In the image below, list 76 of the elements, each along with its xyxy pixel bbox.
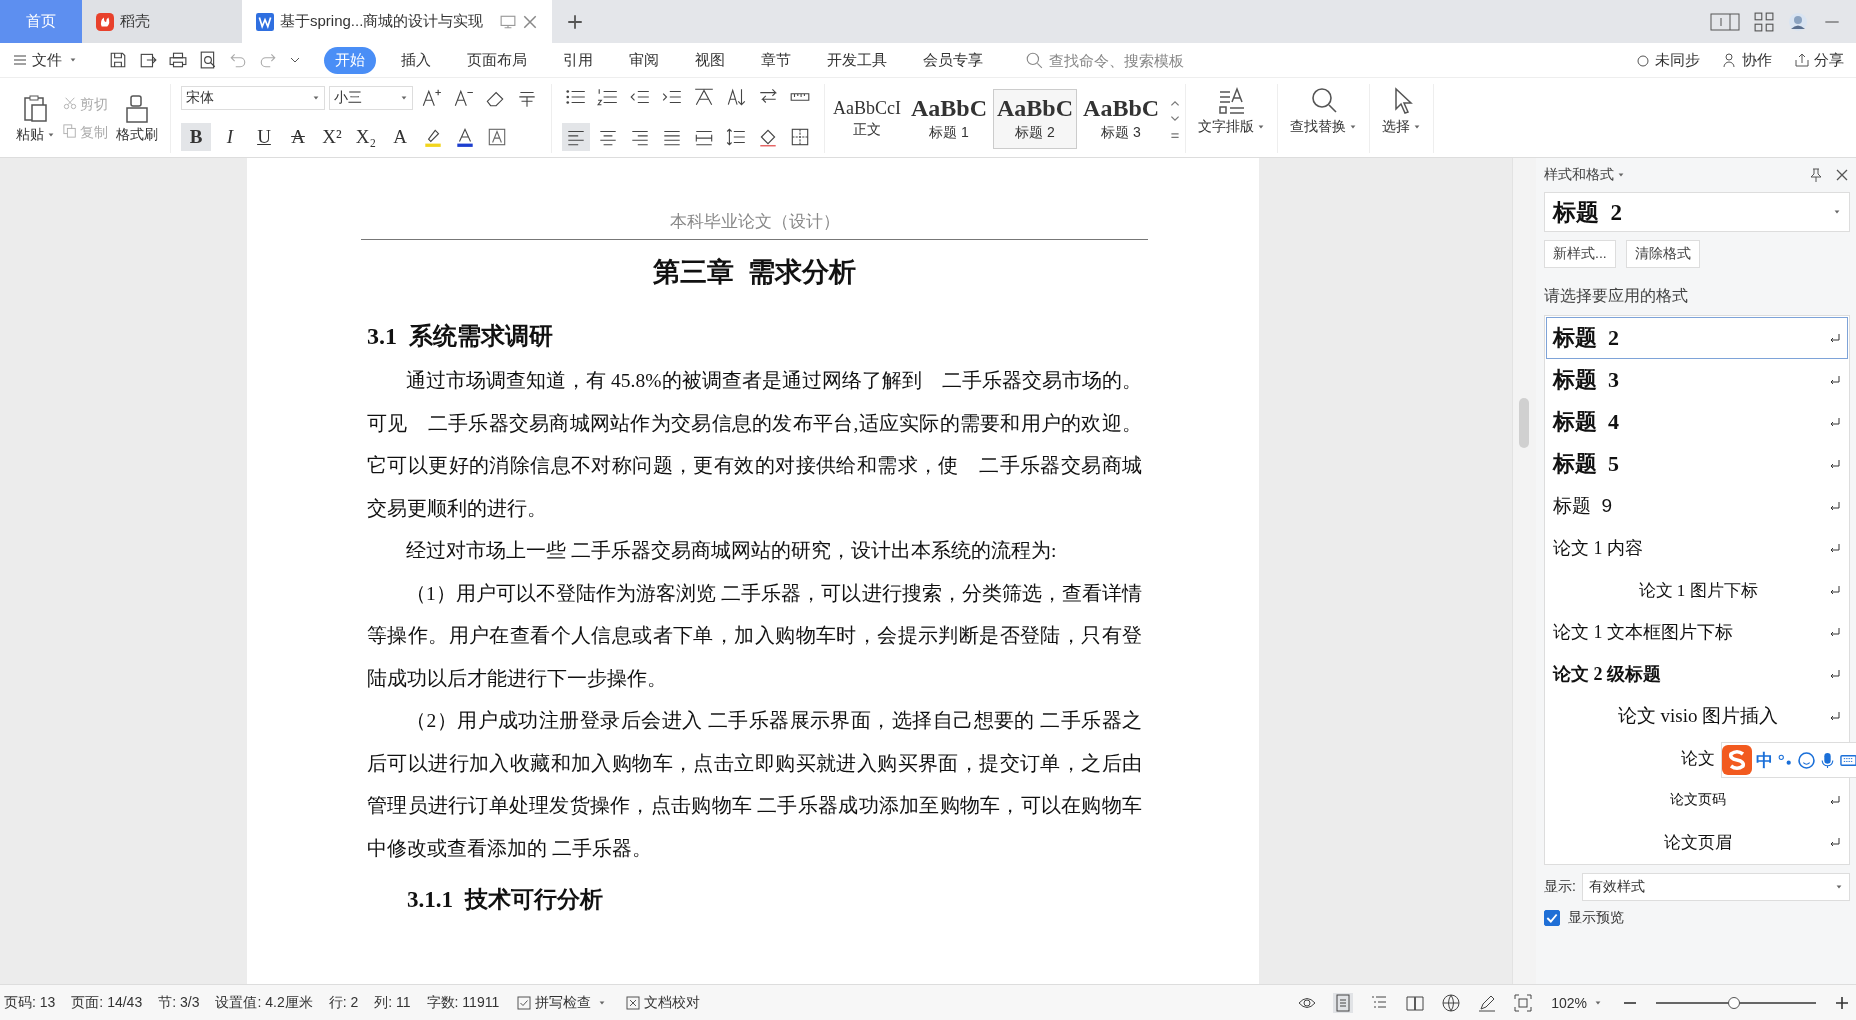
input-mode-label: 中 bbox=[1756, 749, 1773, 772]
style-item[interactable]: 论文 1 图片下标 bbox=[1546, 569, 1848, 611]
show-label: 显示: bbox=[1544, 878, 1576, 896]
ribbon-tab[interactable]: 引用 bbox=[552, 46, 604, 74]
body-paragraph: 通过市场调查知道，有 45.8%的被调查者是通过网络了解到 二手乐器交易市场的。可见 二手乐器交易商城网站作为交易信息的发布平台,适应实际的需要和用户的欢迎。它可以更好的消除信息不对称问题，更有效的对接供给和需求，使 二手乐器交易商城交易更顺利的进行。 bbox=[367, 369, 1142, 521]
toolbar-action[interactable]: 协作 bbox=[1718, 48, 1776, 72]
current-style-field[interactable]: 标题 2 bbox=[1544, 192, 1850, 232]
ribbon-button[interactable]: 选择 bbox=[1370, 84, 1435, 153]
style-preset[interactable]: AaBbC 标题 1 bbox=[907, 88, 991, 149]
style-item[interactable]: 标题 4 bbox=[1546, 401, 1848, 443]
tab-label: 基于spring...商城的设计与实现 bbox=[280, 12, 485, 31]
style-item[interactable]: 标题 2 bbox=[1546, 317, 1848, 359]
status-item: 页面: 14/43 bbox=[71, 993, 143, 1012]
ribbon-tab[interactable]: 开发工具 bbox=[816, 46, 898, 74]
ribbon-tab[interactable]: 视图 bbox=[684, 46, 736, 74]
document-tab[interactable]: 基于spring...商城的设计与实现 bbox=[242, 0, 552, 43]
panel-button[interactable]: 新样式... bbox=[1544, 240, 1616, 268]
spell-check-button[interactable]: 拼写检查 bbox=[515, 993, 609, 1012]
format-toggle[interactable]: B bbox=[181, 123, 211, 151]
tab-label: 首页 bbox=[26, 12, 56, 31]
body-paragraph: （2）用户成功注册登录后会进入 二手乐器展示界面，选择自己想要的 二手乐器之后可以进行加入收藏和加入购物车，点击立即购买就进入购买界面，提交订单，之后由管理员进行订单处理发货操作，点击购物车 二手乐器成功添加至购物车，可以在购物车中修改或查看添加的 二手乐器。 bbox=[367, 709, 1142, 861]
input-method-bar[interactable]: 中 bbox=[1721, 742, 1856, 778]
status-item: 节: 3/3 bbox=[158, 993, 200, 1012]
paste-button[interactable]: 粘贴 bbox=[12, 91, 59, 146]
proofread-button[interactable]: 文档校对 bbox=[624, 993, 703, 1012]
toolbar-action[interactable]: 未同步 bbox=[1631, 48, 1704, 72]
status-item: 字数: 11911 bbox=[426, 993, 500, 1012]
command-search-field[interactable]: 查找命令、搜索模板 bbox=[1021, 50, 1241, 70]
style-item[interactable]: 论文 1 文本框图片下标 bbox=[1546, 611, 1848, 653]
format-toggle[interactable]: X² bbox=[317, 123, 347, 151]
status-item: 列: 11 bbox=[374, 993, 411, 1012]
panel-button[interactable]: 清除格式 bbox=[1625, 240, 1700, 268]
page-header: 本科毕业论文（设计） bbox=[361, 210, 1148, 240]
status-item: 设置值: 4.2厘米 bbox=[215, 993, 313, 1012]
show-filter-field[interactable]: 有效样式 bbox=[1581, 873, 1850, 901]
status-item: 页码: 13 bbox=[4, 993, 56, 1012]
format-toggle[interactable]: I bbox=[215, 123, 245, 151]
style-item[interactable]: 论文 2 级标题 bbox=[1546, 653, 1848, 695]
format-painter-button[interactable]: 格式刷 bbox=[112, 91, 162, 146]
subsection-heading: 3.1.1 技术可行分析 bbox=[407, 886, 604, 914]
panel-title[interactable]: 样式和格式 bbox=[1544, 166, 1625, 184]
section-heading: 3.1 系统需求调研 bbox=[367, 322, 554, 351]
ribbon-tab[interactable]: 插入 bbox=[390, 46, 442, 74]
style-item[interactable]: 标题 9 bbox=[1546, 485, 1848, 527]
body-paragraph: （1）用户可以不登陆作为游客浏览 二手乐器，可以进行搜索，分类筛选，查看详情等操作。用户在查看个人信息或者下单，加入购物车时，会提示判断是否登陆，只有登陆成功以后才能进行下一步操作。 bbox=[367, 581, 1142, 691]
style-preset[interactable]: AaBbC 标题 2 bbox=[993, 88, 1078, 149]
status-item: 行: 2 bbox=[328, 993, 359, 1012]
toolbar-action[interactable]: 分享 bbox=[1790, 48, 1848, 72]
ribbon-tab[interactable]: 页面布局 bbox=[456, 46, 538, 74]
format-toggle[interactable]: U bbox=[249, 123, 279, 151]
format-toggle[interactable]: X₂ bbox=[351, 123, 381, 151]
font-name-field[interactable]: 宋体 bbox=[181, 86, 325, 110]
file-menu[interactable]: 文件 bbox=[8, 48, 81, 72]
font-size-field[interactable]: 小三 bbox=[329, 86, 413, 110]
style-item[interactable]: 标题 5 bbox=[1546, 443, 1848, 485]
ribbon-button[interactable]: 文字排版 bbox=[1186, 84, 1279, 153]
style-preset[interactable]: AaBbC 标题 3 bbox=[1079, 88, 1164, 149]
chapter-title: 第三章 需求分析 bbox=[652, 256, 857, 289]
ribbon-tab[interactable]: 章节 bbox=[750, 46, 802, 74]
style-item[interactable]: 论文 visio 图片插入 bbox=[1546, 695, 1848, 737]
preview-label: 显示预览 bbox=[1568, 909, 1624, 927]
ribbon-tab[interactable]: 审阅 bbox=[618, 46, 670, 74]
zoom-level-button[interactable]: 102% bbox=[1549, 994, 1604, 1011]
tab-label: 稻壳 bbox=[120, 12, 150, 31]
style-item[interactable]: 论文页码 bbox=[1546, 779, 1848, 821]
style-preset[interactable]: AaBbCcI 正文 bbox=[829, 88, 905, 149]
body-paragraph: 经过对市场上一些 二手乐器交易商城网站的研究，设计出本系统的流程为: bbox=[405, 539, 1058, 563]
format-toggle[interactable]: A bbox=[283, 123, 313, 151]
style-item[interactable]: 论文 1 内容 bbox=[1546, 527, 1848, 569]
document-tab[interactable]: 稻壳 bbox=[82, 0, 242, 43]
style-item[interactable]: 标题 3 bbox=[1546, 359, 1848, 401]
ribbon-button[interactable]: 查找替换 bbox=[1278, 84, 1371, 153]
style-item[interactable]: 论文页眉 bbox=[1546, 821, 1848, 863]
ribbon-tab[interactable]: 会员专享 bbox=[912, 46, 994, 74]
style-prompt: 请选择要应用的格式 bbox=[1544, 286, 1689, 306]
format-toggle[interactable]: A bbox=[385, 123, 415, 151]
